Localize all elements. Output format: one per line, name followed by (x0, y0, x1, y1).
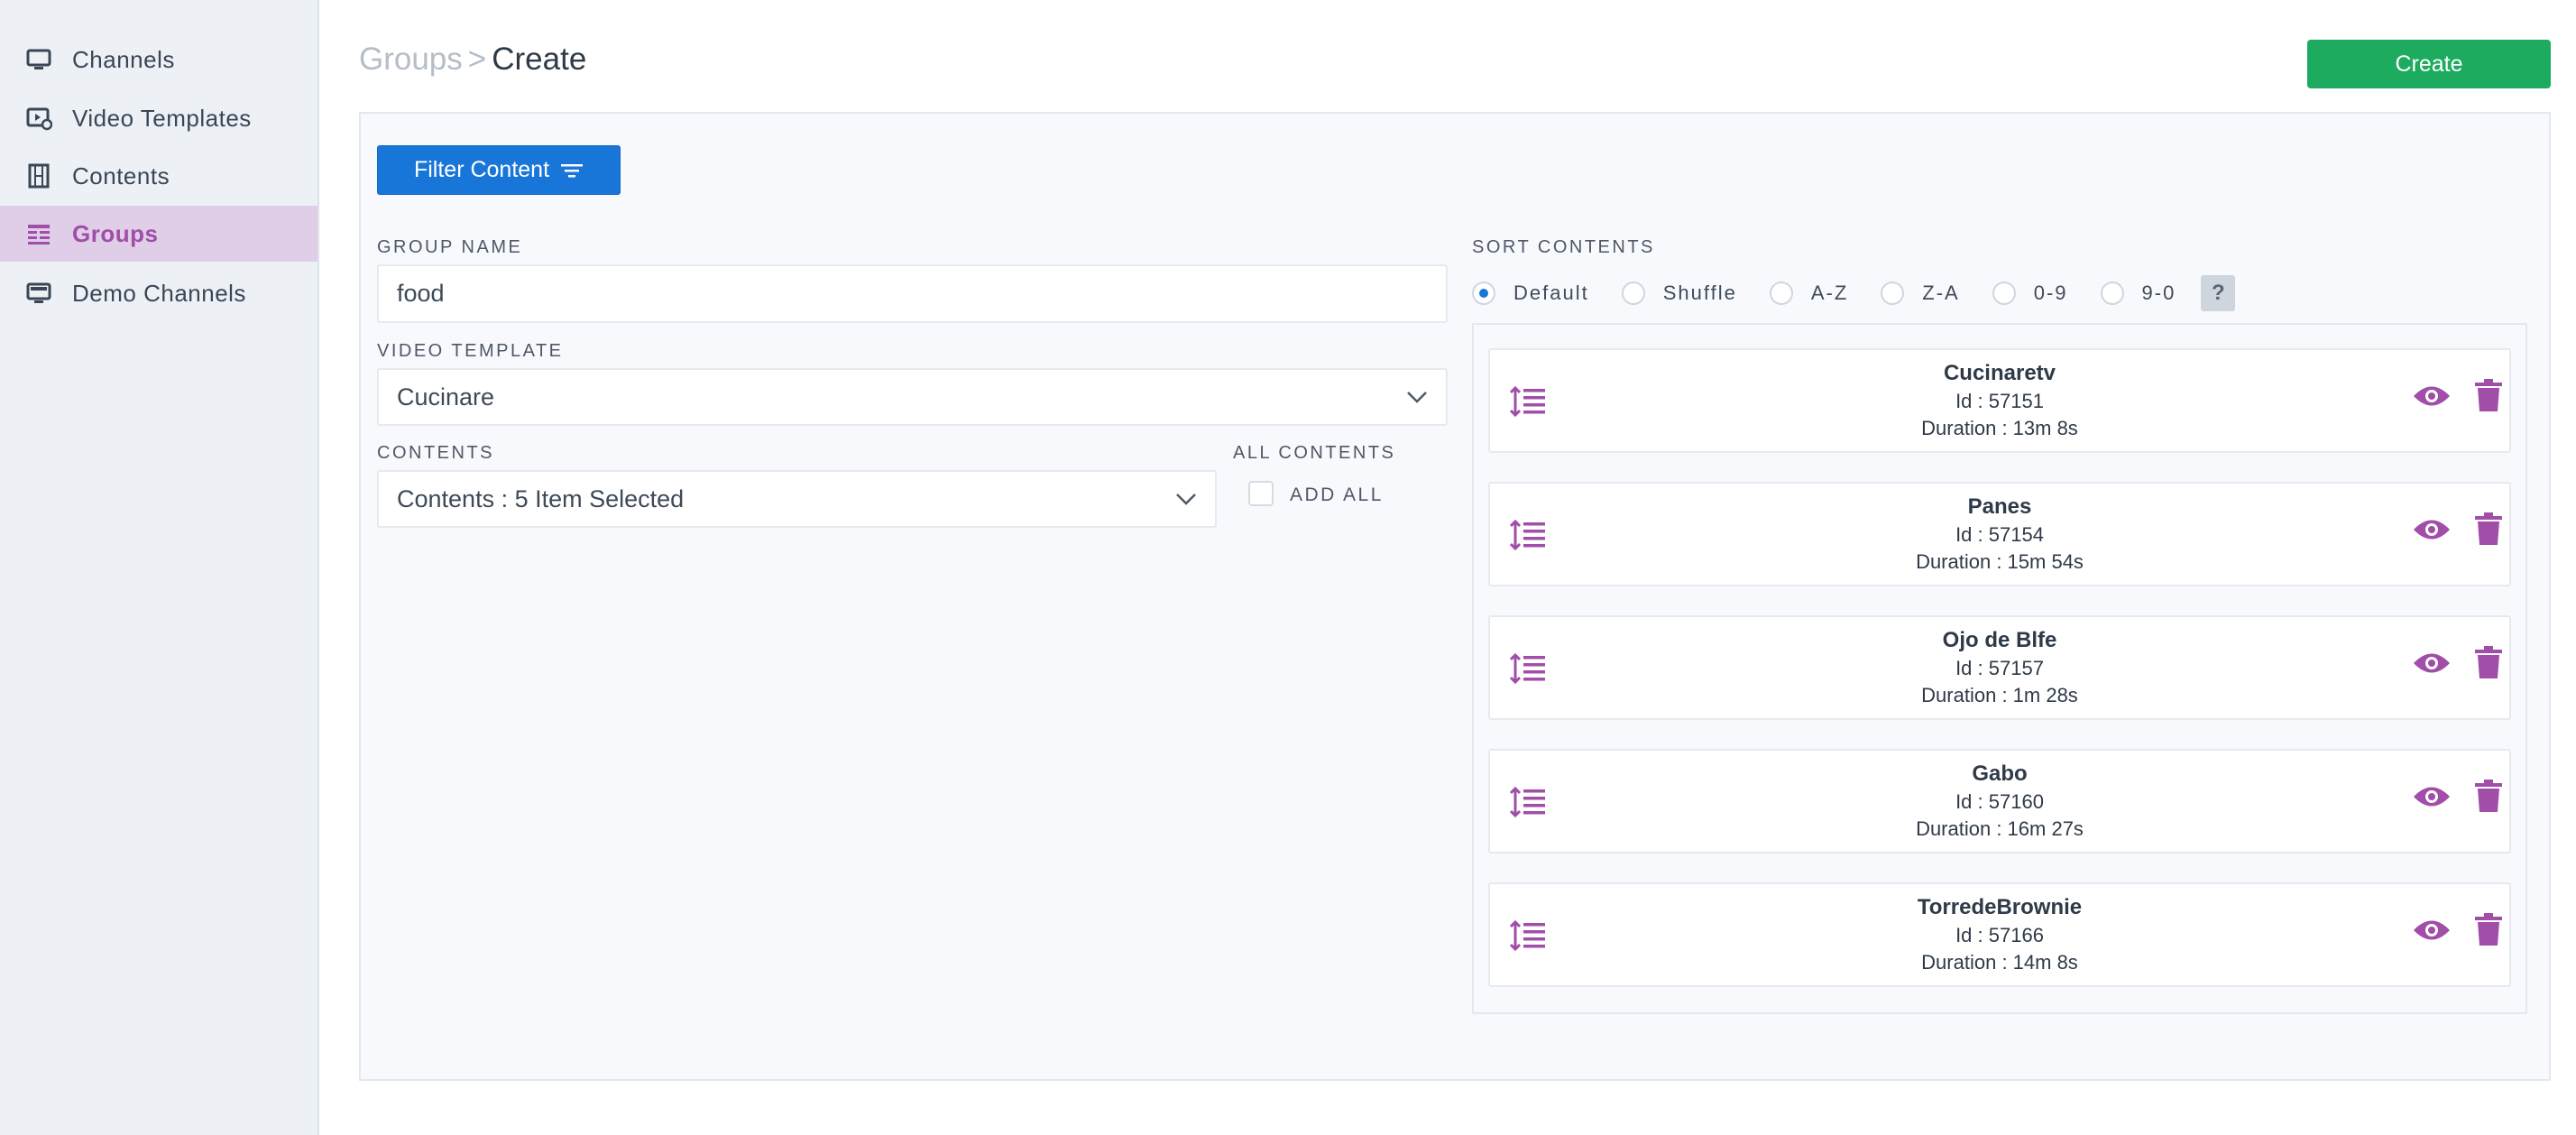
trash-icon[interactable] (2475, 780, 2502, 812)
sort-option-label: A-Z (1810, 281, 1849, 304)
trash-icon[interactable] (2475, 646, 2502, 678)
sort-option-label: Z-A (1922, 281, 1960, 304)
chevron-down-icon (1176, 494, 1196, 505)
create-button[interactable]: Create (2307, 40, 2551, 88)
eye-icon[interactable] (2412, 383, 2452, 410)
sort-option-default[interactable]: Default (1472, 281, 1589, 305)
groups-icon (25, 220, 52, 247)
list-item: Gabo Id : 57160 Duration : 16m 27s (1488, 749, 2511, 854)
contents-value: Contents : 5 Item Selected (397, 484, 685, 512)
sidebar-item-demo-channels[interactable]: Demo Channels (0, 265, 317, 321)
sidebar-item-label: Groups (72, 219, 159, 247)
radio-button[interactable] (1992, 281, 2016, 305)
contents-label: CONTENTS (377, 443, 494, 463)
sort-contents-label: SORT CONTENTS (1472, 237, 1655, 257)
sidebar-item-channels[interactable]: Channels (0, 32, 317, 88)
video-template-select[interactable]: Cucinare (377, 368, 1448, 426)
list-item: Ojo de Blfe Id : 57157 Duration : 1m 28s (1488, 615, 2511, 720)
sidebar: Channels Video Templates Contents Groups… (0, 0, 319, 1135)
item-id: Id : 57157 (1955, 657, 2044, 679)
sort-option-shuffle[interactable]: Shuffle (1621, 281, 1737, 305)
sort-option-0-9[interactable]: 0-9 (1992, 281, 2068, 305)
radio-button[interactable] (1472, 281, 1495, 305)
radio-button[interactable] (2100, 281, 2124, 305)
item-duration: Duration : 14m 8s (1921, 951, 2078, 974)
sidebar-item-label: Video Templates (72, 104, 252, 132)
item-text: Cucinaretv Id : 57151 Duration : 13m 8s (1490, 359, 2509, 442)
video-template-icon (25, 105, 52, 132)
trash-icon[interactable] (2475, 379, 2502, 411)
item-title: Cucinaretv (1943, 361, 2056, 385)
item-text: Ojo de Blfe Id : 57157 Duration : 1m 28s (1490, 626, 2509, 709)
group-name-input[interactable]: food (377, 264, 1448, 323)
item-duration: Duration : 16m 27s (1916, 817, 2084, 840)
sidebar-item-contents[interactable]: Contents (0, 148, 317, 204)
sort-option-label: 9-0 (2141, 281, 2176, 304)
monitor-icon (25, 46, 52, 73)
item-id: Id : 57166 (1955, 924, 2044, 946)
item-id: Id : 57154 (1955, 523, 2044, 546)
item-id: Id : 57151 (1955, 390, 2044, 412)
sort-options: Default Shuffle A-Z Z-A 0-9 9-0 ? (1472, 275, 2236, 311)
sort-option-label: Default (1513, 281, 1589, 304)
sort-option-z-a[interactable]: Z-A (1881, 281, 1959, 305)
item-text: Panes Id : 57154 Duration : 15m 54s (1490, 493, 2509, 576)
breadcrumb-separator: > (467, 42, 487, 77)
item-title: Gabo (1972, 761, 2028, 786)
list-item: TorredeBrownie Id : 57166 Duration : 14m… (1488, 882, 2511, 987)
trash-icon[interactable] (2475, 913, 2502, 946)
item-duration: Duration : 1m 28s (1921, 684, 2078, 706)
add-all-checkbox[interactable] (1248, 481, 1274, 506)
eye-icon[interactable] (2412, 917, 2452, 944)
sidebar-item-label: Demo Channels (72, 279, 246, 307)
radio-button[interactable] (1621, 281, 1645, 305)
item-duration: Duration : 15m 54s (1916, 550, 2084, 573)
item-title: Panes (1967, 494, 2032, 519)
video-template-label: VIDEO TEMPLATE (377, 341, 564, 361)
radio-button[interactable] (1881, 281, 1905, 305)
group-name-label: GROUP NAME (377, 237, 523, 257)
sort-option-label: Shuffle (1662, 281, 1737, 304)
sidebar-item-label: Channels (72, 45, 175, 73)
item-duration: Duration : 13m 8s (1921, 417, 2078, 439)
page-title: Create (492, 42, 587, 77)
group-name-value: food (397, 280, 445, 307)
item-title: Ojo de Blfe (1942, 628, 2057, 652)
all-contents-label: ALL CONTENTS (1233, 443, 1396, 463)
help-button[interactable]: ? (2201, 275, 2236, 311)
item-id: Id : 57160 (1955, 790, 2044, 813)
sort-option-9-0[interactable]: 9-0 (2100, 281, 2176, 305)
add-all-label[interactable]: ADD ALL (1290, 484, 1384, 506)
filter-content-button[interactable]: Filter Content (377, 145, 621, 195)
demo-channels-icon (25, 280, 52, 307)
contents-select[interactable]: Contents : 5 Item Selected (377, 470, 1217, 528)
chevron-down-icon (1407, 392, 1427, 403)
filter-content-label: Filter Content (413, 157, 550, 182)
sort-option-label: 0-9 (2033, 281, 2068, 304)
trash-icon[interactable] (2475, 512, 2502, 545)
sidebar-item-video-templates[interactable]: Video Templates (0, 90, 317, 146)
item-text: TorredeBrownie Id : 57166 Duration : 14m… (1490, 893, 2509, 976)
filter-icon (561, 163, 584, 177)
list-item: Cucinaretv Id : 57151 Duration : 13m 8s (1488, 348, 2511, 453)
radio-button[interactable] (1769, 281, 1793, 305)
eye-icon[interactable] (2412, 783, 2452, 810)
sidebar-item-label: Contents (72, 161, 170, 189)
breadcrumb: Groups > Create (359, 42, 586, 78)
eye-icon[interactable] (2412, 516, 2452, 543)
item-title: TorredeBrownie (1917, 895, 2083, 919)
film-icon (25, 162, 52, 189)
sidebar-item-groups[interactable]: Groups (0, 206, 317, 262)
video-template-value: Cucinare (397, 383, 495, 411)
sort-option-a-z[interactable]: A-Z (1769, 281, 1849, 305)
item-text: Gabo Id : 57160 Duration : 16m 27s (1490, 760, 2509, 843)
list-item: Panes Id : 57154 Duration : 15m 54s (1488, 482, 2511, 586)
breadcrumb-groups-link[interactable]: Groups (359, 42, 463, 78)
eye-icon[interactable] (2412, 650, 2452, 677)
